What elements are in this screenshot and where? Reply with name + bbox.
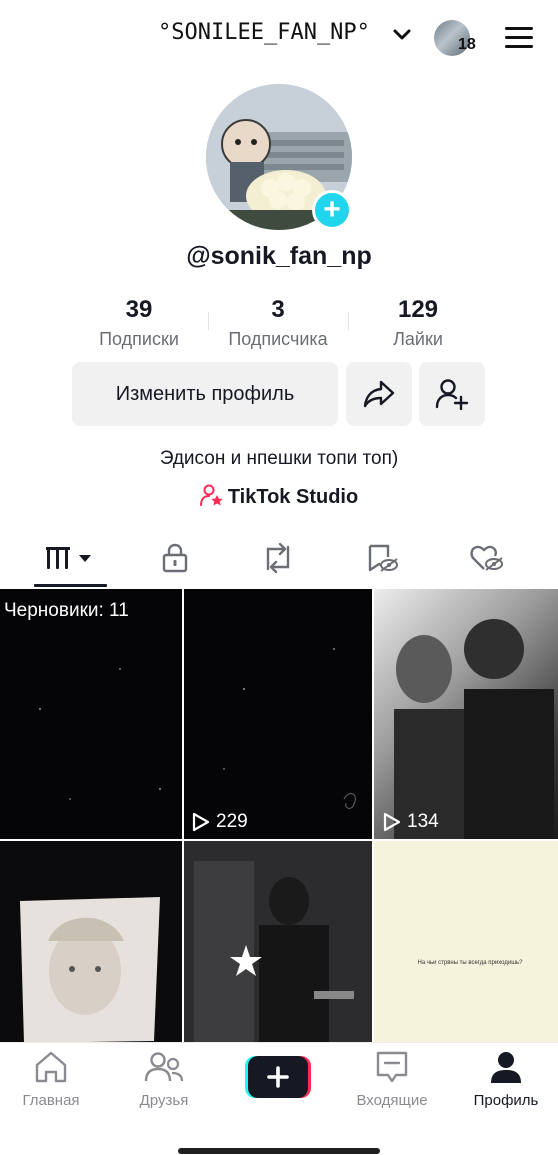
studio-user-star-icon [199,484,223,506]
nav-home[interactable] [1,1050,101,1089]
add-user-icon [435,379,469,410]
play-icon [383,812,401,832]
starry-background [223,648,356,809]
create-plus-icon [245,1056,311,1098]
edit-profile-button[interactable]: Изменить профиль [72,362,338,426]
active-tab-indicator [34,584,107,587]
drafts-cell[interactable] [0,589,182,839]
profile-icon [491,1052,521,1083]
stat-divider [208,312,209,330]
starry-background [39,668,161,800]
video-cell-6[interactable] [374,841,558,1043]
nav-friends-label[interactable]: Друзья [114,1092,214,1109]
video-cell-4[interactable] [0,841,182,1043]
private-tab[interactable] [140,540,210,576]
favorites-tab[interactable] [347,540,417,576]
view-count-value: 229 [216,811,248,832]
video-cell-5[interactable] [184,841,372,1043]
account-switcher-username[interactable]: °SONILEE_FAN_NP° [158,20,370,45]
inbox-icon [376,1051,408,1083]
share-arrow-icon [363,380,395,408]
nav-friends[interactable] [114,1050,214,1089]
videos-tab[interactable] [34,540,107,576]
nav-profile-label[interactable]: Профиль [456,1092,556,1109]
tiktok-studio-label: TikTok Studio [227,486,359,508]
view-count: 229 [192,811,248,833]
nav-home-label[interactable]: Главная [1,1092,101,1109]
reposts-tab[interactable] [243,540,313,576]
bookmark-hidden-icon [368,544,398,572]
menu-icon[interactable] [504,26,534,50]
stat-divider [348,312,349,330]
tiktok-studio-link[interactable]: TikTok Studio [0,484,558,509]
nav-inbox-label[interactable]: Входящие [342,1092,442,1109]
home-icon [35,1051,67,1083]
following-count[interactable]: 39 [89,296,189,324]
likes-count: 129 [397,296,439,323]
following-label[interactable]: Подписки [89,329,189,350]
add-story-plus-icon[interactable]: + [312,190,352,230]
play-icon [192,812,210,832]
drafts-label: Черновики: 11 [4,600,129,621]
friends-icon [144,1052,184,1082]
nav-profile[interactable] [456,1050,556,1089]
create-button[interactable] [245,1056,311,1098]
liked-tab[interactable] [452,540,522,576]
notification-count-badge: 18 [458,36,476,53]
share-profile-button[interactable] [346,362,412,426]
followers-label[interactable]: Подписчика [218,329,338,350]
likes-label: Лайки [393,329,443,349]
photo-portrait [20,897,160,1043]
video-cell-3[interactable] [374,589,558,839]
profile-handle: @sonik_fan_np [186,242,372,270]
repost-icon [266,543,290,573]
profile-bio: Эдисон и нпешки топи топ) [159,448,399,469]
add-friend-button[interactable] [419,362,485,426]
heart-hidden-icon [470,545,503,571]
view-count-value: 134 [407,811,439,832]
video-cell-2[interactable] [184,589,372,839]
nav-inbox[interactable] [342,1050,442,1089]
video-caption-text: На чьи стрвны ты всегда приходишь? [417,960,523,966]
view-count: 134 [383,811,439,833]
grid-bars-icon [45,547,91,569]
lock-icon [162,543,188,573]
chevron-down-icon[interactable] [392,28,412,42]
home-indicator [178,1148,380,1154]
followers-count[interactable]: 3 [218,296,338,324]
photo-couple [394,619,554,839]
photo-figure [194,861,354,1043]
